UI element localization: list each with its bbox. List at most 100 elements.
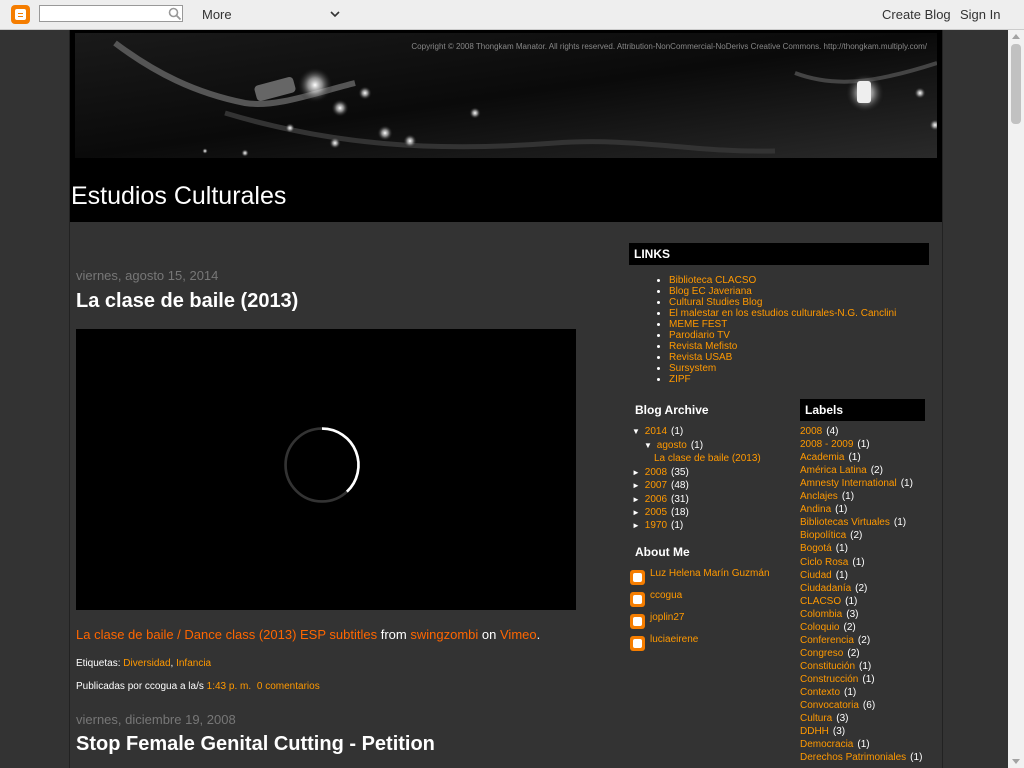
- label-link[interactable]: Ciudadanía: [800, 583, 851, 594]
- label-link[interactable]: Diversidad: [123, 658, 170, 669]
- label-link[interactable]: Academia: [800, 452, 844, 463]
- label-link[interactable]: Cultura: [800, 713, 832, 724]
- label-link[interactable]: Conferencia: [800, 635, 854, 646]
- label-link[interactable]: Ciudad: [800, 570, 832, 581]
- scroll-up-arrow-icon[interactable]: [1012, 34, 1020, 39]
- collapsed-arrow-icon[interactable]: ►: [632, 508, 642, 517]
- label-link[interactable]: Anclajes: [800, 491, 838, 502]
- comments-link[interactable]: 0 comentarios: [257, 681, 320, 692]
- expanded-arrow-icon[interactable]: ▼: [632, 427, 642, 436]
- archive-link[interactable]: 2014: [645, 426, 667, 437]
- archive-link[interactable]: 2008: [645, 467, 667, 478]
- archive-row: ▼ agosto (1): [644, 440, 703, 451]
- label-link[interactable]: Amnesty International: [800, 478, 897, 489]
- archive-link[interactable]: agosto: [657, 440, 687, 451]
- label-link[interactable]: Andina: [800, 504, 831, 515]
- label-link[interactable]: Colombia: [800, 609, 842, 620]
- scrollbar[interactable]: [1008, 30, 1024, 768]
- blogger-profile-icon: [630, 636, 645, 651]
- label-row: Andina (1): [800, 504, 847, 515]
- collapsed-arrow-icon[interactable]: ►: [632, 468, 642, 477]
- label-link[interactable]: 2008: [800, 426, 822, 437]
- scroll-down-arrow-icon[interactable]: [1012, 759, 1020, 764]
- label-link[interactable]: Ciclo Rosa: [800, 557, 848, 568]
- label-count: (3): [836, 713, 849, 725]
- more-menu[interactable]: More: [202, 7, 232, 22]
- vimeo-link[interactable]: Vimeo: [500, 627, 537, 642]
- label-link[interactable]: Coloquio: [800, 622, 839, 633]
- create-blog-link[interactable]: Create Blog: [882, 7, 951, 22]
- post-time-link[interactable]: 1:43 p. m.: [207, 681, 251, 692]
- label-row: 2008 - 2009 (1): [800, 439, 870, 450]
- label-count: (1): [852, 556, 865, 568]
- sidebar-link[interactable]: Cultural Studies Blog: [656, 297, 896, 308]
- sidebar-link[interactable]: Revista Mefisto: [656, 341, 896, 352]
- chevron-down-icon[interactable]: [330, 9, 340, 19]
- blogger-navbar: More Create Blog Sign In: [0, 0, 1024, 30]
- profile-name-link[interactable]: ccogua: [650, 590, 682, 601]
- label-link[interactable]: América Latina: [800, 465, 867, 476]
- archive-link[interactable]: 2006: [645, 494, 667, 505]
- archive-link[interactable]: La clase de baile (2013): [654, 453, 761, 464]
- label-link[interactable]: DDHH: [800, 726, 829, 737]
- label-link[interactable]: Bogotá: [800, 543, 832, 554]
- labels-prefix: Etiquetas:: [76, 658, 121, 669]
- label-count: (1): [910, 752, 923, 764]
- label-count: (2): [855, 582, 868, 594]
- label-link[interactable]: Bibliotecas Virtuales: [800, 517, 890, 528]
- label-row: Congreso (2): [800, 648, 860, 659]
- sign-in-link[interactable]: Sign In: [960, 7, 1000, 22]
- post-labels: Etiquetas: Diversidad, Infancia: [76, 658, 212, 669]
- label-link[interactable]: Derechos Patrimoniales: [800, 752, 906, 763]
- label-row: Cultura (3): [800, 713, 848, 724]
- scrollbar-thumb[interactable]: [1011, 44, 1021, 124]
- label-link[interactable]: 2008 - 2009: [800, 439, 853, 450]
- embed-from-text: from: [380, 627, 407, 642]
- archive-link[interactable]: 2005: [645, 507, 667, 518]
- label-link[interactable]: CLACSO: [800, 596, 841, 607]
- links-heading: LINKS: [629, 243, 929, 265]
- label-row: Coloquio (2): [800, 622, 856, 633]
- search-icon[interactable]: [168, 7, 182, 21]
- collapsed-arrow-icon[interactable]: ►: [632, 495, 642, 504]
- label-link[interactable]: Constitución: [800, 661, 855, 672]
- label-link[interactable]: Biopolítica: [800, 530, 846, 541]
- label-link[interactable]: Contexto: [800, 687, 840, 698]
- blogger-logo-icon[interactable]: [11, 5, 30, 24]
- label-link[interactable]: Infancia: [176, 658, 211, 669]
- video-link[interactable]: La clase de baile / Dance class (2013) E…: [76, 627, 377, 642]
- blogger-profile-icon: [630, 592, 645, 607]
- collapsed-arrow-icon[interactable]: ►: [632, 481, 642, 490]
- profile-name-link[interactable]: luciaeirene: [650, 634, 698, 645]
- label-link[interactable]: Congreso: [800, 648, 843, 659]
- archive-count: (1): [671, 426, 684, 437]
- profile-name-link[interactable]: Luz Helena Marín Guzmán: [650, 568, 770, 579]
- sidebar-link[interactable]: Revista USAB: [656, 352, 896, 363]
- label-row: CLACSO (1): [800, 596, 857, 607]
- sidebar-link[interactable]: MEME FEST: [656, 319, 896, 330]
- sidebar-link[interactable]: Parodiario TV: [656, 330, 896, 341]
- archive-link[interactable]: 2007: [645, 480, 667, 491]
- blog-title[interactable]: Estudios Culturales: [71, 182, 286, 211]
- label-link[interactable]: Democracia: [800, 739, 853, 750]
- vimeo-user-link[interactable]: swingzombi: [410, 627, 478, 642]
- video-embed[interactable]: [76, 329, 576, 610]
- sidebar-link[interactable]: El malestar en los estudios culturales-N…: [656, 308, 896, 319]
- embed-end-text: .: [536, 627, 541, 642]
- sidebar-link[interactable]: Sursystem: [656, 363, 896, 374]
- archive-link[interactable]: 1970: [645, 520, 667, 531]
- profile-name-link[interactable]: joplin27: [650, 612, 684, 623]
- blogger-profile-icon: [630, 614, 645, 629]
- post-title[interactable]: La clase de baile (2013): [76, 290, 298, 313]
- post-title[interactable]: Stop Female Genital Cutting - Petition: [76, 733, 435, 756]
- sidebar-link[interactable]: Blog EC Javeriana: [656, 286, 896, 297]
- collapsed-arrow-icon[interactable]: ►: [632, 521, 642, 530]
- expanded-arrow-icon[interactable]: ▼: [644, 441, 654, 450]
- search-input[interactable]: [39, 5, 183, 22]
- links-list: Biblioteca CLACSO Blog EC Javeriana Cultur…: [656, 275, 896, 385]
- label-count: (1): [893, 517, 907, 529]
- sidebar-link[interactable]: Biblioteca CLACSO: [656, 275, 896, 286]
- sidebar-link[interactable]: ZIPF: [656, 374, 896, 385]
- label-link[interactable]: Construcción: [800, 674, 858, 685]
- label-link[interactable]: Convocatoria: [800, 700, 859, 711]
